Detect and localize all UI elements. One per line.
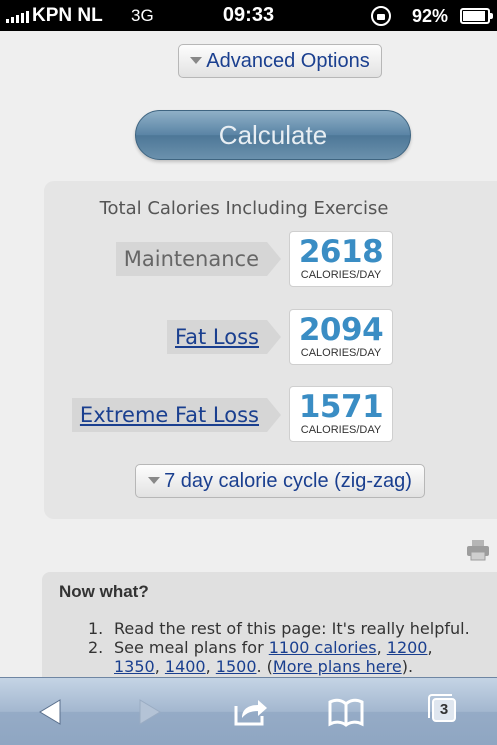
separator: ,: [427, 638, 433, 657]
maintenance-label: Maintenance: [123, 247, 259, 271]
orientation-lock-icon: [371, 6, 391, 26]
separator: ,: [154, 657, 165, 676]
separator: ,: [376, 638, 387, 657]
extreme-fat-loss-value-box: 1571 CALORIES/DAY: [289, 386, 393, 442]
separator: . (: [256, 657, 273, 676]
now-what-list: 1. Read the rest of this page: It's real…: [88, 619, 497, 676]
link-1400[interactable]: 1400: [165, 657, 206, 676]
now-what-title: Now what?: [59, 582, 149, 601]
triangle-down-icon: [190, 56, 203, 64]
status-bar: KPN NL 3G 09:33 92%: [0, 0, 497, 31]
list-item: 2. See meal plans for 1100 calories, 120…: [88, 638, 497, 676]
results-panel: Total Calories Including Exercise Mainte…: [44, 181, 497, 519]
battery-icon: [460, 8, 493, 24]
results-title: Total Calories Including Exercise: [99, 198, 389, 219]
calorie-cycle-label: 7 day calorie cycle (zig-zag): [164, 470, 412, 492]
triangle-down-icon: [148, 476, 161, 484]
calorie-cycle-button[interactable]: 7 day calorie cycle (zig-zag): [135, 464, 425, 498]
extreme-fat-loss-link[interactable]: Extreme Fat Loss: [80, 403, 259, 427]
forward-icon[interactable]: [128, 692, 168, 732]
extreme-fat-loss-unit: CALORIES/DAY: [300, 424, 382, 436]
extreme-fat-loss-calories: 1571: [298, 389, 384, 425]
now-what-section: Now what? 1. Read the rest of this page:…: [42, 572, 497, 682]
link-1500[interactable]: 1500: [216, 657, 257, 676]
advanced-options-button[interactable]: Advanced Options: [178, 44, 382, 78]
back-icon[interactable]: [32, 692, 72, 732]
list-number: 1.: [88, 619, 104, 638]
fat-loss-calories: 2094: [298, 312, 384, 348]
separator: ).: [401, 657, 414, 676]
list-item-text: Read the rest of this page: It's really …: [114, 619, 470, 638]
meal-plans-prefix: See meal plans for: [114, 638, 269, 657]
printer-icon[interactable]: [466, 538, 490, 562]
battery-percent: 92%: [412, 6, 449, 26]
link-1350[interactable]: 1350: [114, 657, 155, 676]
list-number: 2.: [88, 638, 104, 657]
browser-toolbar: 3: [0, 677, 497, 745]
extreme-fat-loss-tag: Extreme Fat Loss: [71, 398, 282, 432]
maintenance-value-box: 2618 CALORIES/DAY: [289, 231, 393, 287]
fat-loss-unit: CALORIES/DAY: [300, 347, 382, 359]
calculate-button[interactable]: Calculate: [135, 110, 411, 160]
link-1100-calories[interactable]: 1100 calories: [269, 638, 377, 657]
link-more-plans[interactable]: More plans here: [273, 657, 402, 676]
tabs-icon[interactable]: 3: [426, 692, 466, 732]
fat-loss-link[interactable]: Fat Loss: [175, 325, 259, 349]
maintenance-calories: 2618: [298, 234, 384, 270]
maintenance-unit: CALORIES/DAY: [300, 269, 382, 281]
maintenance-tag: Maintenance: [115, 242, 282, 276]
advanced-options-label: Advanced Options: [206, 50, 370, 72]
share-icon[interactable]: [230, 692, 270, 732]
list-item: 1. Read the rest of this page: It's real…: [88, 619, 497, 638]
fat-loss-tag: Fat Loss: [167, 320, 281, 354]
link-1200[interactable]: 1200: [387, 638, 428, 657]
bookmarks-icon[interactable]: [326, 692, 366, 732]
fat-loss-value-box: 2094 CALORIES/DAY: [289, 309, 393, 365]
separator: ,: [205, 657, 216, 676]
